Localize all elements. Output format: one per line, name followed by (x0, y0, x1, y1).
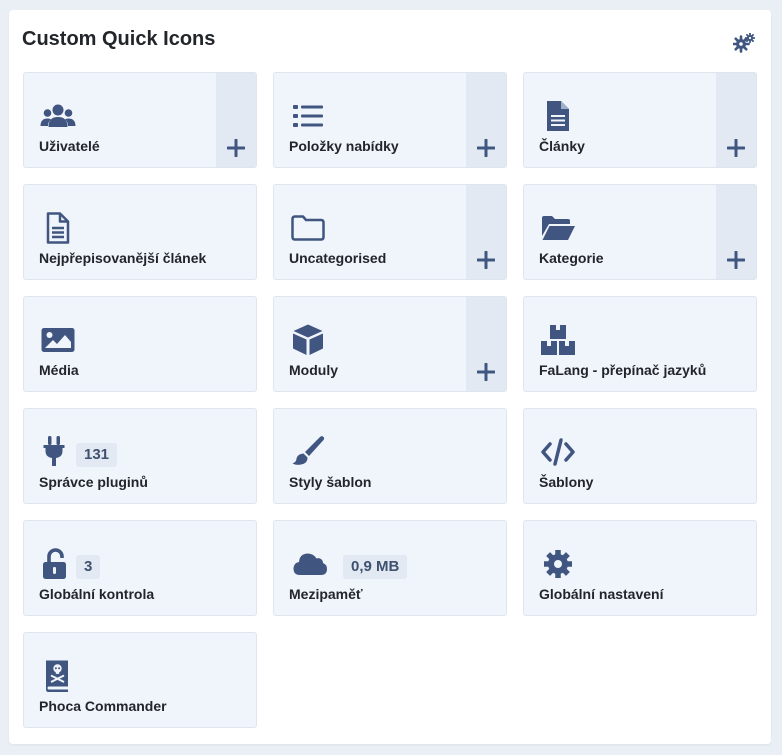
quick-icon-label: Mezipaměť (289, 586, 363, 602)
quick-icon-label: Nejpřepisovanější článek (39, 250, 207, 266)
add-user-button[interactable] (216, 73, 256, 167)
quick-icon-menu-items[interactable]: Položky nabídky (273, 72, 507, 168)
quick-icon-label: Phoca Commander (39, 698, 167, 714)
quick-icon-label: FaLang - přepínač jazyků (539, 362, 707, 378)
quick-icon-falang[interactable]: FaLang - přepínač jazyků (523, 296, 757, 392)
quick-icon-label: Média (39, 362, 79, 378)
quick-icon-media[interactable]: Média (23, 296, 257, 392)
quick-icon-templates[interactable]: Šablony (523, 408, 757, 504)
add-uncategorised-article-button[interactable] (466, 185, 506, 279)
custom-quick-icons-panel: Custom Quick Icons Uživatelé Položky nab… (9, 10, 771, 744)
quick-icon-label: Moduly (289, 362, 338, 378)
quick-icon-label: Kategorie (539, 250, 604, 266)
quick-icon-label: Styly šablon (289, 474, 372, 490)
plus-icon (727, 139, 745, 157)
paint-brush-icon (290, 435, 326, 469)
add-category-button[interactable] (716, 185, 756, 279)
folder-outline-icon (290, 211, 326, 245)
users-icon (40, 99, 76, 133)
plus-icon (227, 139, 245, 157)
quick-icons-grid: Uživatelé Položky nabídky Články Nejpřep… (23, 72, 757, 728)
cube-icon (290, 323, 326, 357)
quick-icon-label: Správce pluginů (39, 474, 148, 490)
quick-icon-label: Články (539, 138, 585, 154)
quick-icon-most-edited-article[interactable]: Nejpřepisovanější článek (23, 184, 257, 280)
quick-icon-label: Globální kontrola (39, 586, 155, 602)
plus-icon (477, 251, 495, 269)
gear-icon (733, 33, 755, 53)
plus-icon (477, 139, 495, 157)
quick-icon-template-styles[interactable]: Styly šablon (273, 408, 507, 504)
quick-icon-global-configuration[interactable]: Globální nastavení (523, 520, 757, 616)
checkin-count-badge: 3 (76, 555, 101, 579)
quick-icon-global-checkin[interactable]: 3 Globální kontrola (23, 520, 257, 616)
quick-icon-label: Položky nabídky (289, 138, 399, 154)
quick-icon-articles[interactable]: Články (523, 72, 757, 168)
quick-icon-label: Globální nastavení (539, 586, 664, 602)
quick-icon-label: Šablony (539, 474, 594, 490)
file-outline-icon (40, 211, 76, 245)
quick-icon-phoca-commander[interactable]: Phoca Commander (23, 632, 257, 728)
quick-icon-categories[interactable]: Kategorie (523, 184, 757, 280)
plugin-count-badge: 131 (76, 443, 118, 467)
quick-icon-uncategorised[interactable]: Uncategorised (273, 184, 507, 280)
cloud-icon (290, 547, 334, 581)
list-icon (290, 99, 326, 133)
quick-icon-label: Uncategorised (289, 250, 387, 266)
add-article-button[interactable] (716, 73, 756, 167)
cog-icon (540, 547, 576, 581)
quick-icon-plugin-manager[interactable]: 131 Správce pluginů (23, 408, 257, 504)
unlock-icon (40, 547, 76, 581)
quick-icon-users[interactable]: Uživatelé (23, 72, 257, 168)
plus-icon (727, 251, 745, 269)
add-menu-item-button[interactable] (466, 73, 506, 167)
quick-icon-cache[interactable]: 0,9 MB Mezipaměť (273, 520, 507, 616)
quick-icon-modules[interactable]: Moduly (273, 296, 507, 392)
folder-open-icon (540, 211, 576, 245)
plus-icon (477, 363, 495, 381)
boxes-icon (540, 323, 576, 357)
module-settings-button[interactable] (731, 30, 757, 56)
file-text-icon (540, 99, 576, 133)
add-module-button[interactable] (466, 297, 506, 391)
panel-title: Custom Quick Icons (22, 28, 216, 50)
quick-icon-label: Uživatelé (39, 138, 100, 154)
cache-size-badge: 0,9 MB (343, 555, 408, 579)
code-icon (540, 435, 576, 469)
plug-icon (40, 435, 76, 469)
book-skull-icon (40, 659, 76, 693)
image-icon (40, 323, 76, 357)
